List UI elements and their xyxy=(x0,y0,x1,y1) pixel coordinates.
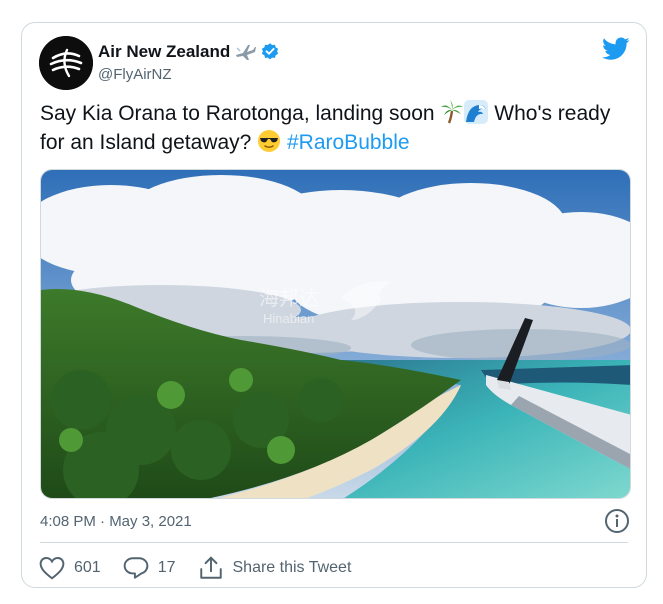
author-row: Air New Zealand xyxy=(98,41,280,63)
heart-icon xyxy=(39,557,65,580)
airplane-icon xyxy=(234,42,257,62)
author-handle[interactable]: @FlyAirNZ xyxy=(98,66,172,83)
share-label: Share this Tweet xyxy=(232,559,352,576)
tweet-card[interactable]: Air New Zealand @FlyAirNZ Say Kia Orana … xyxy=(21,22,647,588)
sunglasses-face-icon xyxy=(257,129,281,153)
water-wave-icon xyxy=(464,100,489,124)
divider xyxy=(40,542,628,543)
tweet-photo[interactable]: 海邦达 Hinabian xyxy=(40,169,631,499)
author-name[interactable]: Air New Zealand xyxy=(98,42,230,62)
tweet-text-part1: Say Kia Orana to Rarotonga, landing soon xyxy=(40,102,441,125)
reply-button[interactable]: 17 xyxy=(123,556,176,580)
palm-tree-icon xyxy=(440,100,464,124)
twitter-bird-icon[interactable] xyxy=(602,37,630,61)
action-bar: 601 17 Share this Tweet xyxy=(39,553,373,583)
reply-bubble-icon xyxy=(123,557,149,579)
like-button[interactable]: 601 xyxy=(39,556,101,580)
info-icon[interactable] xyxy=(604,508,630,534)
hashtag-link[interactable]: #RaroBubble xyxy=(287,131,410,154)
share-icon xyxy=(199,556,222,579)
tweet-text: Say Kia Orana to Rarotonga, landing soon… xyxy=(40,99,635,157)
avatar[interactable] xyxy=(39,36,93,90)
verified-badge-icon xyxy=(260,42,280,62)
like-count: 601 xyxy=(74,559,101,576)
watermark-en: Hinabian xyxy=(263,311,314,326)
tweet-timestamp[interactable]: 4:08 PM · May 3, 2021 xyxy=(40,513,192,530)
reply-count: 17 xyxy=(157,559,176,576)
watermark-cn: 海邦达 xyxy=(259,286,319,310)
share-button[interactable]: Share this Tweet xyxy=(198,555,352,581)
